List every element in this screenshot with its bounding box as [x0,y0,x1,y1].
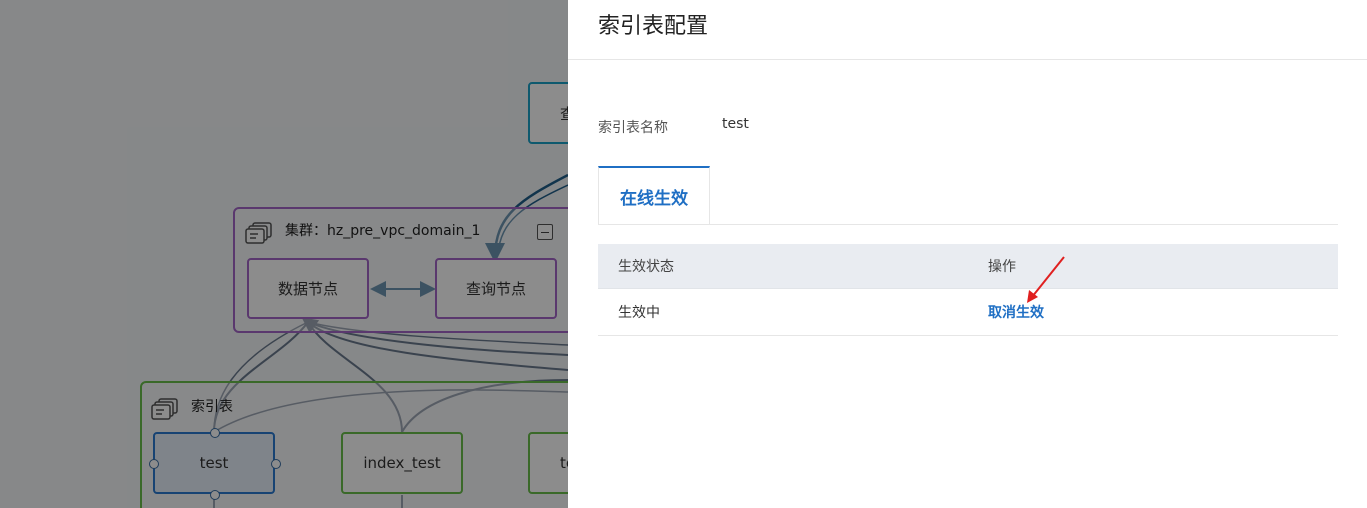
tab-bar: 在线生效 [598,166,1338,225]
row-status: 生效中 [618,305,660,321]
row-action: 取消生效 [988,289,1044,335]
header-status: 生效状态 [618,259,674,275]
topology-canvas: 查 集群：hz_pre_vpc_domain_1 数据节点 查询节点 索引表 t… [0,0,568,508]
tab-online-effective[interactable]: 在线生效 [598,166,710,224]
index-name-value: test [722,116,749,132]
cancel-effective-link[interactable]: 取消生效 [988,302,1044,322]
drawer-overlay-mask[interactable] [0,0,568,508]
index-config-drawer: 索引表配置 索引表名称 test 在线生效 生效状态 操作 生效中 取消生效 [568,0,1367,508]
index-name-label: 索引表名称 [598,120,668,136]
header-action: 操作 [988,259,1016,275]
table-row: 生效中 取消生效 [598,289,1338,336]
drawer-title: 索引表配置 [598,14,709,39]
effect-status-table: 生效状态 操作 生效中 取消生效 [598,244,1338,336]
drawer-header: 索引表配置 [568,0,1367,60]
table-header: 生效状态 操作 [598,244,1338,289]
